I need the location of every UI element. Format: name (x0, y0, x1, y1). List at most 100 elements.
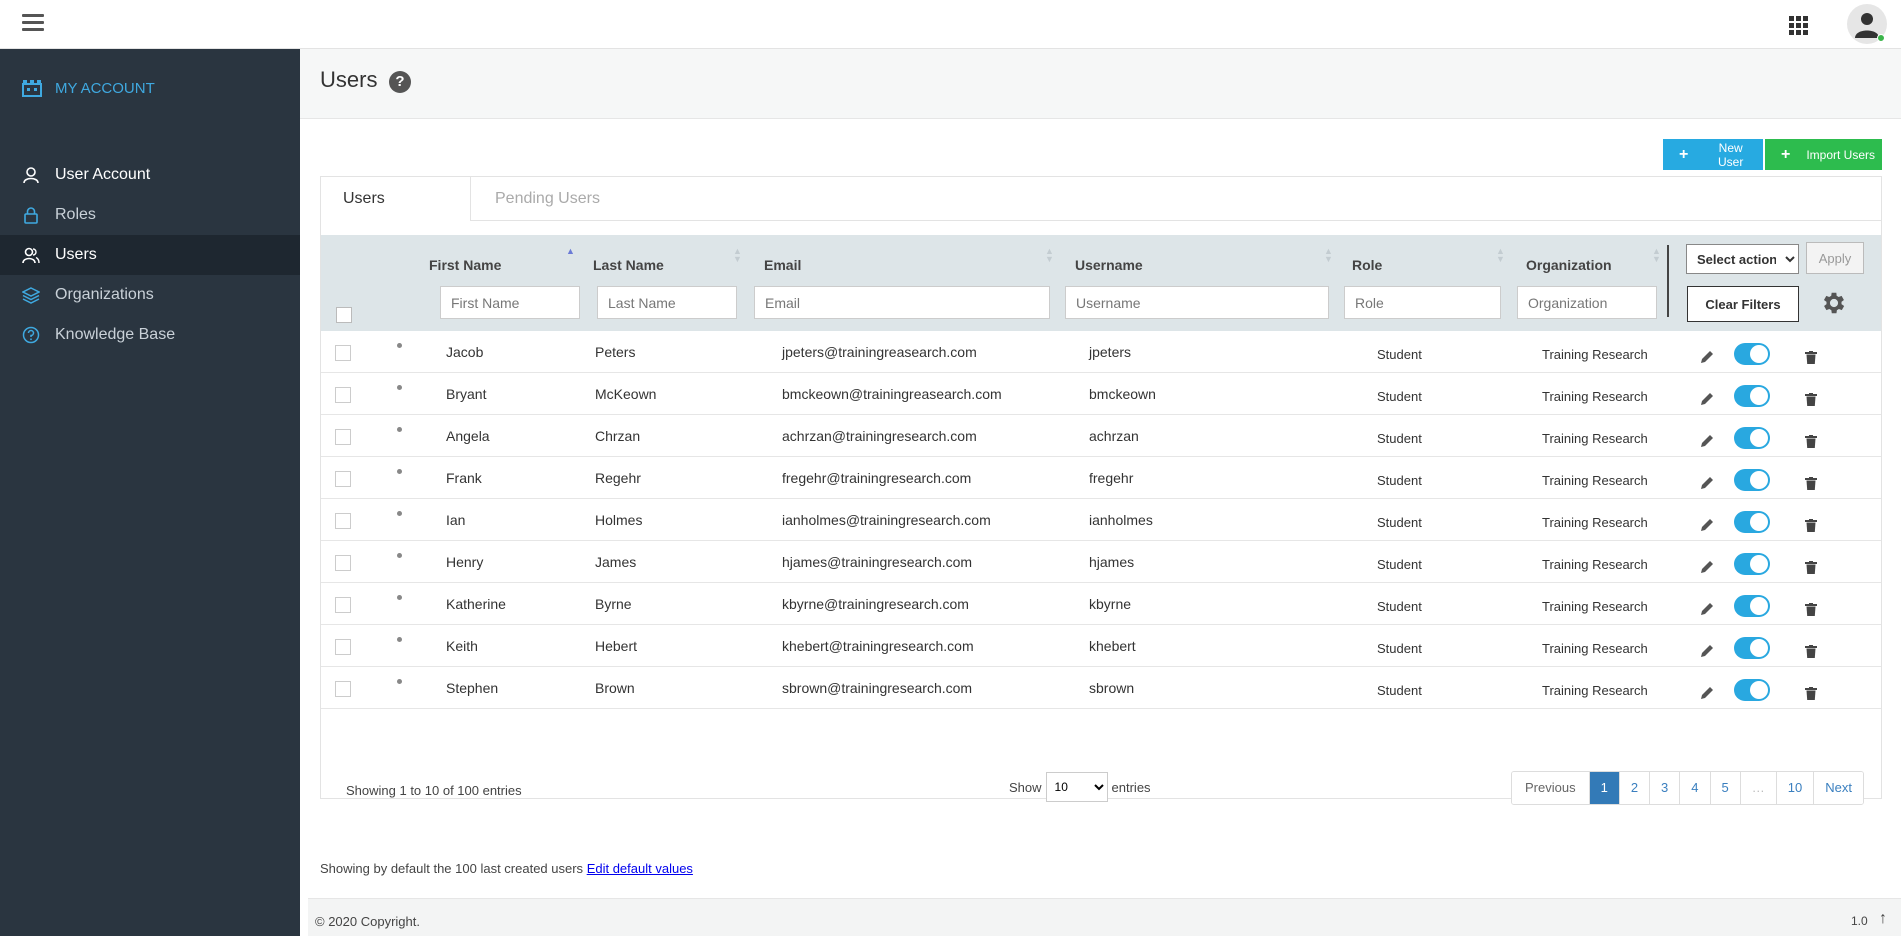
active-toggle[interactable] (1734, 595, 1770, 617)
edit-pencil-icon[interactable] (1699, 475, 1715, 491)
organization-cell: Training Research (1542, 557, 1648, 572)
column-header-role[interactable]: Role (1352, 257, 1382, 273)
row-checkbox[interactable] (335, 555, 351, 571)
pagination-page-5[interactable]: 5 (1710, 772, 1741, 804)
sort-icon[interactable]: ▲ ▼ (1652, 247, 1661, 264)
active-toggle[interactable] (1734, 469, 1770, 491)
row-checkbox[interactable] (335, 429, 351, 445)
sidebar-item-roles[interactable]: Roles (0, 195, 300, 235)
my-account-link[interactable]: MY ACCOUNT (22, 79, 155, 97)
edit-pencil-icon[interactable] (1699, 517, 1715, 533)
trash-icon[interactable] (1805, 351, 1817, 364)
first-name-cell: Angela (446, 428, 490, 444)
apps-grid-icon[interactable] (1789, 16, 1808, 35)
sort-asc-icon[interactable]: ▲ (566, 247, 575, 256)
active-toggle[interactable] (1734, 553, 1770, 575)
edit-pencil-icon[interactable] (1699, 559, 1715, 575)
row-checkbox[interactable] (335, 597, 351, 613)
tab-pending-users[interactable]: Pending Users (471, 177, 1882, 221)
sort-icon[interactable]: ▲ ▼ (1045, 247, 1054, 264)
row-checkbox[interactable] (335, 387, 351, 403)
sidebar-item-users[interactable]: Users (0, 235, 300, 275)
sidebar-item-knowledge-base[interactable]: Knowledge Base (0, 315, 300, 355)
table-row: Bryant McKeown bmckeown@trainingreasearch.… (321, 373, 1881, 415)
row-checkbox[interactable] (335, 471, 351, 487)
row-checkbox[interactable] (335, 513, 351, 529)
hamburger-menu-icon[interactable] (22, 14, 44, 32)
user-avatar-icon (1855, 13, 1879, 38)
trash-icon[interactable] (1805, 435, 1817, 448)
sort-icon[interactable]: ▲ ▼ (1324, 247, 1333, 264)
edit-pencil-icon[interactable] (1699, 433, 1715, 449)
last-name-filter-input[interactable] (597, 286, 737, 319)
organization-filter-input[interactable] (1517, 286, 1657, 319)
trash-icon[interactable] (1805, 603, 1817, 616)
version-text: 1.0 (1851, 914, 1868, 928)
edit-pencil-icon[interactable] (1699, 391, 1715, 407)
role-cell: Student (1377, 641, 1422, 656)
column-header-last-name[interactable]: Last Name (593, 257, 664, 273)
sidebar-item-organizations[interactable]: Organizations (0, 275, 300, 315)
trash-icon[interactable] (1805, 561, 1817, 574)
email-cell: ianholmes@trainingresearch.com (782, 512, 991, 528)
active-toggle[interactable] (1734, 679, 1770, 701)
edit-pencil-icon[interactable] (1699, 349, 1715, 365)
first-name-filter-input[interactable] (440, 286, 580, 319)
row-checkbox[interactable] (335, 681, 351, 697)
apply-button[interactable]: Apply (1806, 242, 1864, 274)
active-toggle[interactable] (1734, 343, 1770, 365)
email-cell: hjames@trainingresearch.com (782, 554, 973, 570)
column-header-first-name[interactable]: First Name (429, 257, 501, 273)
active-toggle[interactable] (1734, 637, 1770, 659)
column-header-username[interactable]: Username (1075, 257, 1143, 273)
users-panel: Users Pending Users First Name ▲ Last Na… (320, 176, 1882, 805)
username-cell: ianholmes (1089, 512, 1153, 528)
username-cell: kbyrne (1089, 596, 1132, 612)
active-toggle[interactable] (1734, 427, 1770, 449)
new-user-button[interactable]: + New User (1663, 139, 1763, 170)
pagination-page-1[interactable]: 1 (1589, 772, 1620, 804)
online-status-indicator (1877, 34, 1885, 42)
pagination-page-3[interactable]: 3 (1650, 772, 1681, 804)
row-checkbox[interactable] (335, 345, 351, 361)
active-toggle[interactable] (1734, 511, 1770, 533)
sidebar-item-user-account[interactable]: User Account (0, 155, 300, 195)
row-checkbox[interactable] (335, 639, 351, 655)
import-users-button[interactable]: + Import Users (1765, 139, 1882, 170)
pagination-page-4[interactable]: 4 (1680, 772, 1711, 804)
edit-pencil-icon[interactable] (1699, 685, 1715, 701)
column-header-organization[interactable]: Organization (1526, 257, 1612, 273)
page-size-select[interactable]: 10 (1045, 772, 1108, 802)
last-name-cell: Brown (595, 680, 635, 696)
active-toggle[interactable] (1734, 385, 1770, 407)
trash-icon[interactable] (1805, 477, 1817, 490)
scroll-top-arrow-icon[interactable]: ↑ (1879, 910, 1887, 928)
tab-users[interactable]: Users (321, 177, 471, 221)
gear-icon[interactable] (1820, 289, 1848, 317)
edit-default-values-link[interactable]: Edit default values (587, 861, 693, 876)
trash-icon[interactable] (1805, 687, 1817, 700)
entries-label: entries (1111, 779, 1151, 795)
edit-pencil-icon[interactable] (1699, 601, 1715, 617)
pagination-page-10[interactable]: 10 (1776, 772, 1815, 804)
clear-filters-button[interactable]: Clear Filters (1687, 286, 1799, 322)
users-icon (22, 247, 40, 264)
username-filter-input[interactable] (1065, 286, 1329, 319)
sort-icon[interactable]: ▲ ▼ (733, 247, 742, 264)
pagination-page-2[interactable]: 2 (1619, 772, 1651, 804)
edit-pencil-icon[interactable] (1699, 643, 1715, 659)
select-all-checkbox[interactable] (336, 307, 352, 323)
help-icon[interactable]: ? (389, 71, 411, 93)
pagination-next[interactable]: Next (1814, 772, 1863, 804)
sort-icon[interactable]: ▲ ▼ (1496, 247, 1505, 264)
trash-icon[interactable] (1805, 519, 1817, 532)
column-header-email[interactable]: Email (764, 257, 801, 273)
role-filter-input[interactable] (1344, 286, 1501, 319)
trash-icon[interactable] (1805, 645, 1817, 658)
role-cell: Student (1377, 473, 1422, 488)
bulk-action-select[interactable]: Select action (1686, 244, 1799, 274)
pagination-previous[interactable]: Previous (1512, 772, 1590, 804)
lock-icon (24, 207, 38, 224)
trash-icon[interactable] (1805, 393, 1817, 406)
email-filter-input[interactable] (754, 286, 1050, 319)
